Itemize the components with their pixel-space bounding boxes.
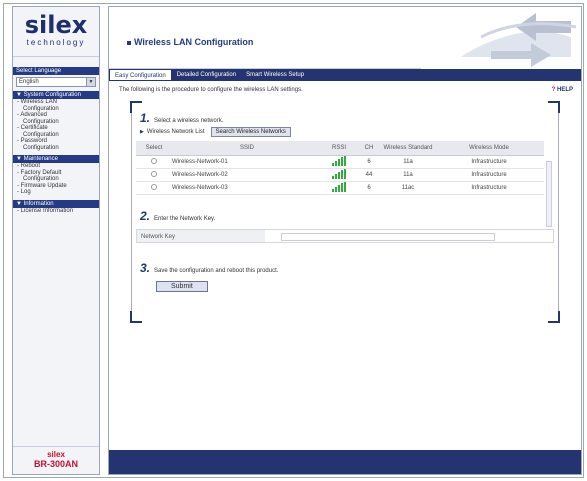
network-key-input[interactable] <box>281 232 495 241</box>
menu-information-title: ▼ Information <box>13 199 99 208</box>
step-3: 3. Save the configuration and reboot thi… <box>140 261 558 275</box>
ch-cell: 44 <box>356 168 382 182</box>
language-value: English <box>19 79 39 85</box>
table-scrollbar[interactable] <box>546 161 552 227</box>
step-1-number: 1. <box>140 111 151 125</box>
rssi-cell <box>322 168 356 182</box>
step-2-text: Enter the Network Key. <box>154 215 216 222</box>
mode-cell: Infrastructure <box>434 168 544 182</box>
standard-cell: 11ac <box>382 181 434 195</box>
standard-cell: 11a <box>382 168 434 182</box>
help-link[interactable]: ? HELP <box>552 87 573 93</box>
chevron-down-icon: ▼ <box>86 78 95 86</box>
signal-icon <box>332 155 346 166</box>
ch-cell: 6 <box>356 155 382 169</box>
col-standard: Wireless Standard <box>382 141 434 156</box>
network-list-row: ▶ Wireless Network List Search Wireless … <box>140 127 558 137</box>
col-mode: Wireless Mode <box>434 141 544 156</box>
mode-cell: Infrastructure <box>434 181 544 195</box>
table-row[interactable]: Wireless-Network-02 44 11a Infrastructur… <box>136 168 544 182</box>
language-select[interactable]: English ▼ <box>16 77 96 87</box>
brand-logo: silex technology <box>13 7 99 57</box>
tab-detailed-configuration[interactable]: Detailed Configuration <box>172 69 241 81</box>
intro-text: The following is the procedure to config… <box>119 87 303 93</box>
main-panel: Wireless LAN Configuration Easy Configur… <box>108 6 582 475</box>
col-ch: CH <box>356 141 382 156</box>
header-arrows-decoration <box>421 7 581 69</box>
triangle-right-icon: ▶ <box>140 129 144 135</box>
page-title: Wireless LAN Configuration <box>127 37 253 47</box>
step-1-text: Select a wireless network. <box>154 118 224 124</box>
menu-item-password-config[interactable]: Configuration <box>13 145 99 152</box>
language-title: Select Language <box>13 67 99 75</box>
col-rssi: RSSI <box>322 141 356 156</box>
product-model: BR-300AN <box>33 459 78 469</box>
tab-smart-wireless-setup[interactable]: Smart Wireless Setup <box>241 69 309 81</box>
config-box: 1. Select a wireless network. ▶ Wireless… <box>130 101 560 323</box>
menu-item-license-information[interactable]: - License Information <box>13 208 99 215</box>
rssi-cell <box>322 181 356 195</box>
table-header: Select SSID RSSI CH Wireless Standard Wi… <box>136 141 544 156</box>
table-row[interactable]: Wireless-Network-03 6 11ac Infrastructur… <box>136 181 544 195</box>
search-networks-button[interactable]: Search Wireless Networks <box>210 127 291 137</box>
standard-cell: 11a <box>382 155 434 169</box>
footer-band <box>109 450 581 474</box>
square-bullet-icon <box>127 40 131 45</box>
network-radio[interactable] <box>151 170 157 177</box>
page-header: Wireless LAN Configuration <box>109 7 581 69</box>
content-area: The following is the procedure to config… <box>109 81 581 329</box>
logo-text: silex <box>24 11 88 39</box>
sidebar: silex technology Select Language English… <box>12 6 100 475</box>
network-key-row: Network Key <box>136 228 554 243</box>
signal-icon <box>332 181 346 192</box>
network-radio[interactable] <box>151 183 157 190</box>
step-2-number: 2. <box>140 208 151 223</box>
product-badge: silex BR-300AN <box>13 446 99 474</box>
table-row[interactable]: Wireless-Network-01 6 11a Infrastructure <box>136 155 544 169</box>
logo-tagline: technology <box>26 38 86 47</box>
ssid-cell: Wireless-Network-01 <box>172 155 322 169</box>
col-select: Select <box>136 141 172 156</box>
product-brand: silex <box>47 450 65 459</box>
menu-information: - License Information <box>13 208 99 215</box>
step-3-text: Save the configuration and reboot this p… <box>154 267 279 274</box>
submit-button[interactable]: Submit <box>156 280 208 292</box>
tab-easy-configuration[interactable]: Easy Configuration <box>109 69 172 81</box>
ssid-cell: Wireless-Network-03 <box>172 181 322 195</box>
menu-maintenance: - Reboot - Factory Default Configuration… <box>13 163 99 196</box>
mode-cell: Infrastructure <box>434 155 544 169</box>
menu-item-log[interactable]: - Log <box>13 189 99 196</box>
step-1: 1. Select a wireless network. <box>140 111 558 125</box>
signal-icon <box>332 168 346 179</box>
ssid-cell: Wireless-Network-02 <box>172 168 322 182</box>
network-table: Select SSID RSSI CH Wireless Standard Wi… <box>136 141 544 195</box>
step-3-number: 3. <box>140 260 151 275</box>
rssi-cell <box>322 155 356 169</box>
step-2: 2. Enter the Network Key. <box>140 209 558 223</box>
ch-cell: 6 <box>356 181 382 195</box>
menu-maintenance-title: ▼ Maintenance <box>13 155 99 163</box>
tab-bar: Easy Configuration Detailed Configuratio… <box>109 69 581 81</box>
col-ssid: SSID <box>172 141 322 156</box>
menu-system-title: ▼ System Configuration <box>13 91 99 99</box>
help-icon: ? <box>551 87 556 93</box>
network-radio[interactable] <box>151 157 157 164</box>
network-key-label: Network Key <box>137 229 265 242</box>
menu-system: - Wireless LAN Configuration - Advanced … <box>13 99 99 151</box>
network-list-label: Wireless Network List <box>146 129 205 135</box>
